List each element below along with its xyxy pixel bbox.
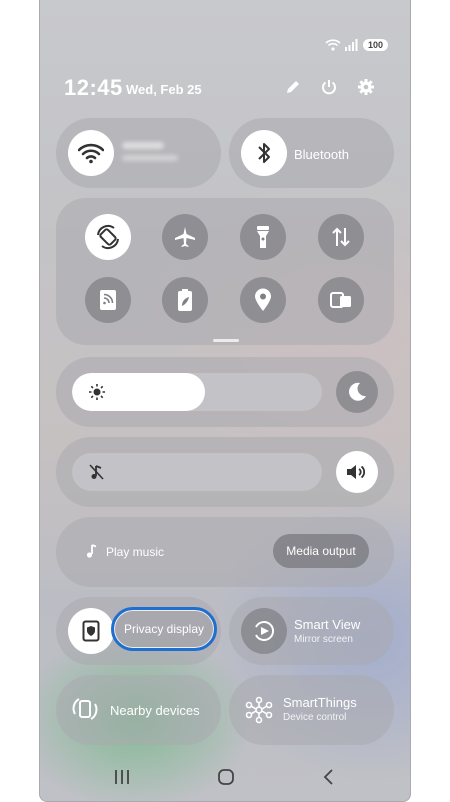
data-transfer-icon bbox=[330, 226, 352, 248]
flashlight-toggle[interactable] bbox=[240, 214, 286, 260]
auto-rotate-toggle[interactable] bbox=[85, 214, 131, 260]
airplane-mode-toggle[interactable] bbox=[162, 214, 208, 260]
bluetooth-icon bbox=[256, 141, 272, 165]
battery-leaf-icon bbox=[177, 288, 193, 312]
bluetooth-label: Bluetooth bbox=[294, 147, 349, 162]
recents-icon bbox=[113, 769, 131, 785]
speaker-icon bbox=[345, 462, 369, 482]
smart-view-icon bbox=[251, 618, 277, 644]
airplane-icon bbox=[173, 225, 197, 249]
sound-mode-toggle[interactable] bbox=[336, 451, 378, 493]
location-pin-icon bbox=[254, 288, 272, 312]
privacy-display-highlight[interactable]: Privacy display bbox=[111, 607, 217, 651]
music-muted-icon bbox=[88, 463, 106, 481]
smartthings-title: SmartThings bbox=[283, 695, 357, 710]
flashlight-icon bbox=[253, 224, 273, 250]
sun-icon bbox=[88, 383, 106, 401]
status-bar: 100 bbox=[325, 38, 388, 52]
moon-icon bbox=[346, 381, 368, 403]
devices-icon bbox=[329, 290, 353, 310]
edit-button[interactable] bbox=[284, 78, 302, 96]
wifi-call-icon bbox=[325, 38, 341, 52]
settings-button[interactable] bbox=[357, 78, 375, 96]
music-note-icon bbox=[84, 543, 98, 559]
signal-icon bbox=[344, 39, 359, 51]
brightness-slider[interactable] bbox=[72, 373, 322, 411]
volume-slider[interactable] bbox=[72, 453, 322, 491]
power-button[interactable] bbox=[320, 78, 338, 96]
nearby-devices-icon bbox=[70, 694, 100, 724]
wifi-network-blurred bbox=[122, 138, 182, 166]
privacy-shield-icon bbox=[82, 620, 100, 642]
link-to-windows-toggle[interactable] bbox=[318, 277, 364, 323]
smart-view-title: Smart View bbox=[294, 617, 361, 632]
play-music-label: Play music bbox=[106, 545, 165, 559]
privacy-display-toggle[interactable] bbox=[68, 608, 114, 654]
nearby-devices-label: Nearby devices bbox=[110, 703, 200, 718]
clock-time: 12:45 bbox=[64, 75, 123, 100]
battery-badge: 100 bbox=[362, 39, 388, 51]
home-button[interactable] bbox=[217, 769, 235, 785]
home-icon bbox=[217, 769, 235, 785]
wifi-toggle[interactable] bbox=[68, 130, 114, 176]
auto-rotate-icon bbox=[94, 223, 122, 251]
nfc-icon bbox=[98, 289, 118, 311]
gear-icon bbox=[357, 78, 375, 96]
smartthings-subtitle: Device control bbox=[283, 712, 347, 723]
smartthings-icon bbox=[245, 696, 273, 724]
nfc-toggle[interactable] bbox=[85, 277, 131, 323]
power-icon bbox=[320, 78, 338, 96]
wifi-icon bbox=[78, 142, 104, 164]
privacy-display-label: Privacy display bbox=[123, 622, 205, 636]
smart-view-toggle[interactable] bbox=[241, 608, 287, 654]
mobile-data-toggle[interactable] bbox=[318, 214, 364, 260]
back-icon bbox=[322, 769, 336, 785]
dark-mode-toggle[interactable] bbox=[336, 371, 378, 413]
pencil-icon bbox=[284, 78, 302, 96]
smart-view-subtitle: Mirror screen bbox=[294, 634, 353, 645]
panel-drag-handle[interactable] bbox=[213, 339, 239, 342]
header-date: Wed, Feb 25 bbox=[126, 82, 202, 97]
recent-apps-button[interactable] bbox=[113, 769, 131, 785]
quick-panel: 100 12:45 Wed, Feb 25 Bluetooth Play mus… bbox=[39, 0, 411, 802]
power-saving-toggle[interactable] bbox=[162, 277, 208, 323]
media-output-button[interactable]: Media output bbox=[273, 534, 369, 568]
back-button[interactable] bbox=[322, 769, 336, 785]
bluetooth-toggle[interactable] bbox=[241, 130, 287, 176]
location-toggle[interactable] bbox=[240, 277, 286, 323]
